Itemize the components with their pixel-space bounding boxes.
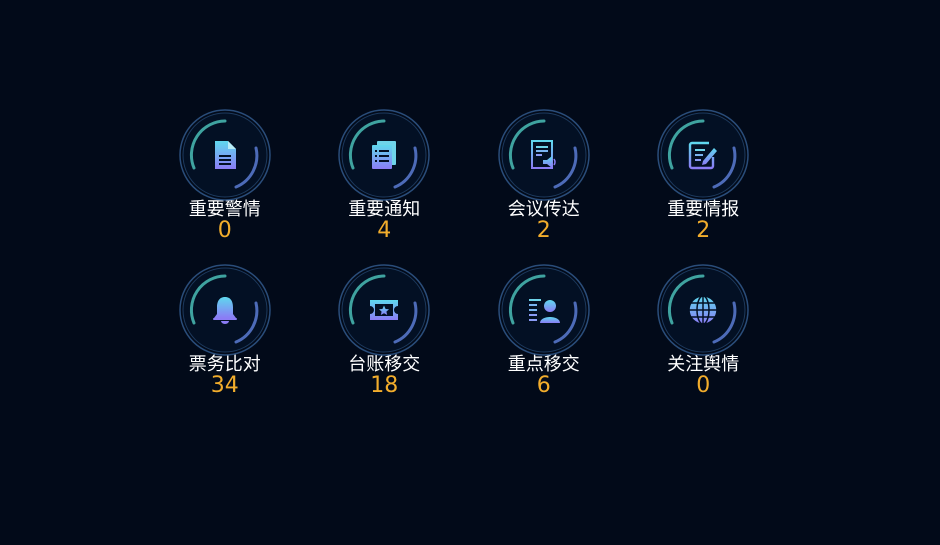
tile-count: 18 [370,373,399,398]
tile-ring [656,263,750,357]
tile-key-transfer[interactable]: 重点移交 6 [464,263,624,418]
tile-ring [337,108,431,202]
person-list-icon [528,299,560,323]
tile-label: 重要通知 [348,199,421,220]
tile-ticket-compare[interactable]: 票务比对 34 [145,263,305,418]
tile-count: 2 [696,218,711,243]
tile-ring [656,108,750,202]
tile-count: 34 [210,373,239,398]
tile-count: 6 [536,373,551,398]
stats-grid: 重要警情 0 重要通知 4 会议传达 2 重要情报 2 票务比对 34 台账移交… [145,108,785,418]
tile-ledger-transfer[interactable]: 台账移交 18 [305,263,465,418]
tile-meeting-broadcast[interactable]: 会议传达 2 [464,108,624,263]
globe-icon [688,295,718,325]
document-icon [214,141,236,169]
bell-icon [212,297,237,324]
tile-ring [178,108,272,202]
tile-label: 会议传达 [507,199,580,220]
tile-ring [178,263,272,357]
ticket-star-icon [370,300,399,320]
tile-ring [497,108,591,202]
notice-list-icon [372,141,397,169]
tile-important-intel[interactable]: 重要情报 2 [624,108,784,263]
meeting-broadcast-icon [530,140,556,169]
tile-count: 0 [696,373,711,398]
tile-label: 台账移交 [348,354,421,375]
tile-count: 2 [536,218,551,243]
tile-important-alerts[interactable]: 重要警情 0 [145,108,305,263]
tile-label: 重要情报 [667,199,740,220]
tile-count: 0 [217,218,232,243]
tile-ring [497,263,591,357]
edit-report-icon [689,141,718,170]
tile-ring [337,263,431,357]
tile-label: 重点移交 [507,354,580,375]
tile-label: 重要警情 [188,199,261,220]
tile-important-notices[interactable]: 重要通知 4 [305,108,465,263]
tile-count: 4 [377,218,392,243]
tile-public-opinion[interactable]: 关注舆情 0 [624,263,784,418]
tile-label: 关注舆情 [667,354,740,375]
tile-label: 票务比对 [188,354,261,375]
